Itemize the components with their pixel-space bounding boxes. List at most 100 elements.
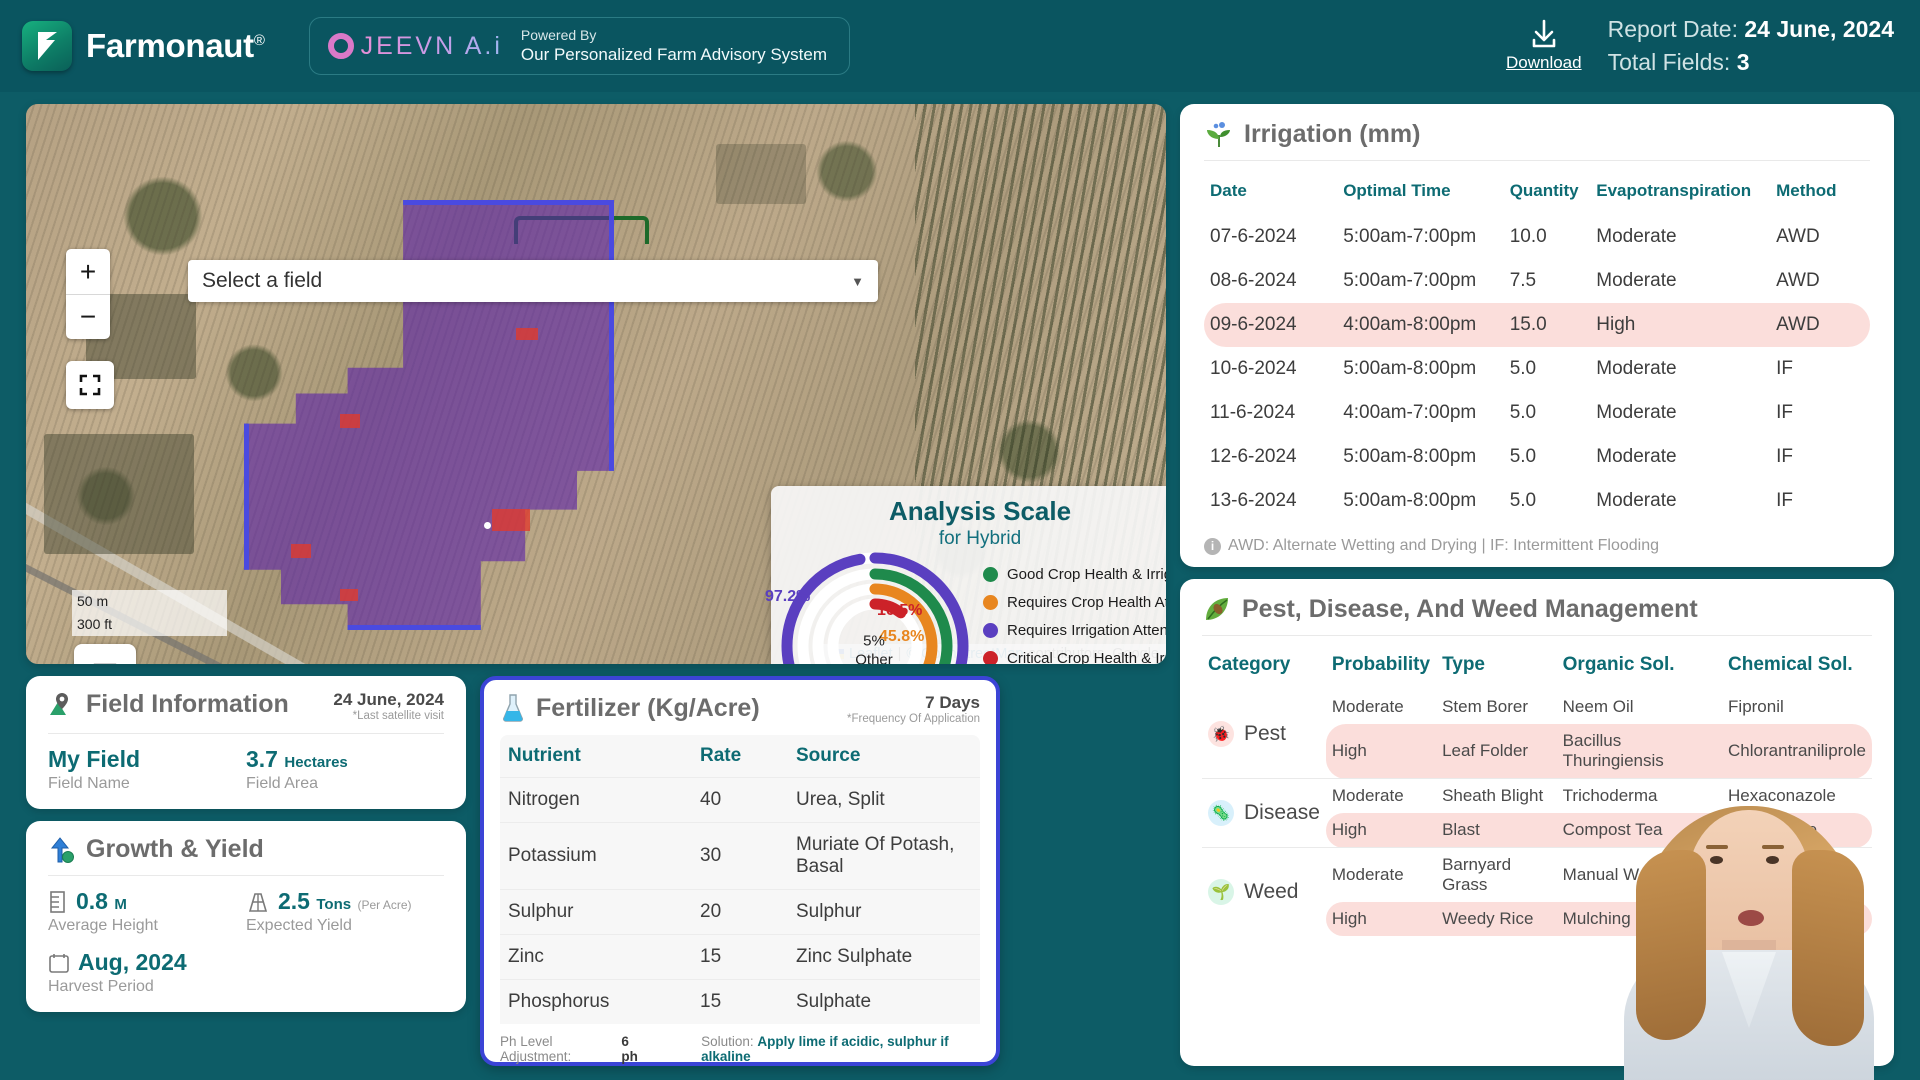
fertilizer-source: Sulphur — [788, 889, 980, 935]
irrigation-date: 09-6-2024 — [1204, 303, 1338, 347]
average-height-value-text: 0.8 M — [76, 888, 127, 915]
analysis-body: 97.2% 10.5% 45.8% 40.8% 5% Other — [765, 552, 1166, 664]
irrigation-method: IF — [1776, 358, 1793, 379]
analysis-legend: Good Crop Health & Irrigation Requires C… — [977, 552, 1166, 664]
ruler-icon — [93, 663, 117, 664]
field-alert-marker — [340, 589, 358, 601]
irrigation-date: 13-6-2024 — [1210, 490, 1297, 511]
table-row: 13-6-2024 5:00am-8:00pm 5.0 Moderate IF — [1204, 479, 1870, 523]
map-tree-patch — [716, 144, 806, 204]
zoom-in-button[interactable]: + — [66, 249, 110, 294]
fertilizer-table-head: Nutrient Rate Source — [500, 735, 980, 778]
brand-registered-mark: ® — [253, 32, 265, 49]
map-scale-bar: 50 m 300 ft — [72, 590, 227, 636]
flask-icon — [503, 694, 523, 722]
pest-type: Blast — [1436, 813, 1557, 848]
irrigation-header: Irrigation (mm) — [1204, 120, 1870, 149]
jeevn-ai-badge: JEEVN A.i Powered By Our Personalized Fa… — [308, 17, 851, 75]
pest-category-inner: 🦠 Disease — [1208, 800, 1320, 826]
info-icon: i — [1204, 537, 1221, 555]
satellite-map[interactable]: + − 50 m 300 ft Select a field ▼ Analysi… — [26, 104, 1166, 664]
irrigation-note-text: AWD: Alternate Wetting and Drying | IF: … — [1228, 537, 1660, 554]
report-date-label: Report Date: — [1607, 15, 1738, 42]
field-cards-column: Field Information 24 June, 2024 *Last sa… — [26, 676, 466, 1066]
irrigation-method: IF — [1776, 402, 1793, 423]
table-row: 🦠 Disease Moderate Sheath Blight Trichod… — [1202, 778, 1872, 848]
field-information-date: 24 June, 2024 — [333, 690, 444, 709]
field-area-unit: Hectares — [284, 754, 348, 771]
analysis-label-irrigation: 97.2% — [765, 588, 811, 605]
table-row: 08-6-2024 5:00am-7:00pm 7.5 Moderate AWD — [1204, 259, 1870, 303]
irrigation-col-time: Optimal Time — [1343, 181, 1451, 200]
pest-chemical: Pretilachlor — [1722, 902, 1872, 936]
field-alert-marker — [340, 414, 360, 428]
irrigation-time: 5:00am-7:00pm — [1343, 270, 1477, 291]
download-button[interactable]: Download — [1506, 19, 1582, 73]
expected-yield-block: 2.5 Tons (Per Acre) Expected Yield — [246, 888, 444, 935]
growth-yield-card: Growth & Yield 0.8 M Average Height 2.5 … — [26, 821, 466, 1012]
field-information-title-text: Field Information — [86, 690, 289, 718]
field-name-label: Field Name — [48, 775, 130, 792]
pest-probability: High — [1325, 813, 1437, 848]
expected-yield-value-row: 2.5 Tons (Per Acre) — [246, 888, 444, 915]
brand-logo[interactable]: Farmonaut® — [22, 21, 265, 71]
powered-by-label: Powered By — [520, 26, 597, 43]
divider — [48, 875, 444, 876]
pest-table-body: 🐞 Pest Moderate Stem Borer Neem Oil Fipr… — [1202, 690, 1872, 936]
fertilizer-nutrient: Sulphur — [500, 889, 692, 935]
fullscreen-button[interactable] — [66, 361, 114, 409]
map-zoom-control[interactable]: + − — [66, 249, 110, 339]
pest-col-category: Category — [1208, 654, 1291, 675]
height-ruler-icon — [50, 890, 65, 913]
irrigation-title: Irrigation (mm) — [1204, 120, 1420, 149]
field-select-dropdown[interactable]: Select a field ▼ — [188, 260, 878, 302]
harvest-period-block: Aug, 2024 Harvest Period — [48, 949, 444, 996]
average-height-label: Average Height — [48, 917, 158, 934]
analysis-scale-chart: Analysis Scale for Hybrid 97.2% 10.5% 45… — [765, 486, 1166, 664]
pest-col-chemical: Chemical Sol. — [1728, 654, 1853, 675]
fertilizer-header: Fertilizer (Kg/Acre) 7 Days *Frequency O… — [500, 693, 980, 725]
pest-chemical: Bispyribac — [1722, 847, 1872, 902]
pest-chemical: Hexaconazole — [1722, 778, 1872, 813]
fertilizer-table: Nutrient Rate Source Nitrogen 40 Urea, S… — [500, 735, 980, 1024]
analysis-subtitle: for Hybrid — [938, 528, 1022, 549]
fertilizer-header-row: Nutrient Rate Source — [500, 735, 980, 778]
pest-header-row: Category Probability Type Organic Sol. C… — [1202, 648, 1872, 690]
irrigation-col-quantity: Quantity — [1509, 181, 1579, 200]
average-height-value: 0.8 — [76, 888, 108, 914]
table-row: 07-6-2024 5:00am-7:00pm 10.0 Moderate AW… — [1204, 215, 1870, 259]
irrigation-col-method: Method — [1776, 181, 1837, 200]
jeevn-ring-icon — [327, 33, 354, 59]
field-information-title: Field Information — [48, 690, 289, 719]
virus-icon: 🦠 — [1208, 800, 1234, 826]
pest-type: Barnyard Grass — [1436, 847, 1557, 902]
map-layers-button[interactable] — [74, 644, 136, 664]
fertilizer-source: Urea, Split — [788, 777, 980, 823]
harvest-period-value-row: Aug, 2024 — [48, 949, 444, 976]
legend-dot-good — [983, 567, 998, 582]
field-alert-marker — [516, 328, 538, 340]
irrigation-et: Moderate — [1596, 402, 1677, 423]
header-right: Download Report Date: 24 June, 2024 Tota… — [1506, 13, 1894, 80]
fertilizer-nutrient: Zinc — [500, 934, 692, 980]
irrigation-method: IF — [1776, 446, 1793, 467]
table-row: Nitrogen 40 Urea, Split — [500, 777, 980, 823]
analysis-center-value: 5% — [863, 632, 885, 650]
pest-probability: Moderate — [1325, 778, 1437, 813]
pest-category-label: Pest — [1244, 722, 1287, 745]
table-row: 🌱 Weed Moderate Barnyard Grass Manual We… — [1202, 847, 1872, 936]
field-information-date-block: 24 June, 2024 *Last satellite visit — [333, 690, 444, 722]
field-name-block: My Field Field Name — [48, 746, 246, 793]
legend-item: Good Crop Health & Irrigation — [983, 566, 1166, 583]
irrigation-et: Moderate — [1596, 226, 1677, 247]
leaf-bug-icon — [1206, 597, 1228, 620]
total-fields-row: Total Fields: 3 — [1608, 46, 1894, 79]
zoom-out-button[interactable]: − — [66, 294, 110, 339]
irrigation-date: 11-6-2024 — [1210, 402, 1296, 423]
table-row: 12-6-2024 5:00am-8:00pm 5.0 Moderate IF — [1204, 435, 1870, 479]
irrigation-quantity: 5.0 — [1509, 358, 1537, 379]
irrigation-time: 4:00am-7:00pm — [1343, 402, 1477, 423]
divider — [48, 733, 444, 734]
irrigation-table-head: Date Optimal Time Quantity Evapotranspir… — [1204, 173, 1870, 215]
fertilizer-frequency-note: *Frequency Of Application — [847, 713, 980, 725]
